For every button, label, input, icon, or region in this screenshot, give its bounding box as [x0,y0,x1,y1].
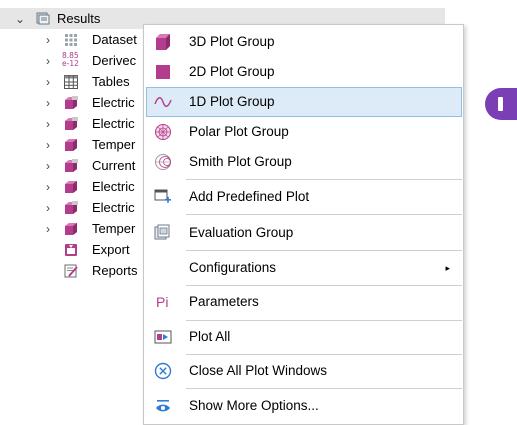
menu-item-configurations[interactable]: Configurations ▸ [146,253,462,283]
chevron-right-icon[interactable]: › [42,135,54,155]
reports-icon [64,264,78,278]
context-menu: 3D Plot Group 2D Plot Group 1D Plot Grou… [143,24,464,425]
parameters-icon: Pi [156,294,169,310]
close-circle-icon [154,362,172,380]
tree-node-label: Results [57,10,101,26]
menu-item-plot-all[interactable]: Plot All [146,322,462,352]
3d-plot-group-icon [65,159,78,172]
3d-plot-group-icon [65,201,78,214]
polar-plot-group-icon [155,124,171,140]
tree-node-label: Electric [92,179,135,194]
menu-item-close-all-plot-windows[interactable]: Close All Plot Windows [146,356,462,386]
chevron-right-icon[interactable]: › [42,177,54,197]
3d-plot-group-icon [65,139,77,151]
menu-item-1d-plot-group[interactable]: 1D Plot Group [146,87,462,117]
3d-plot-group-icon [65,223,77,235]
menu-item-label: Parameters [189,294,259,309]
tree-node-plot-group[interactable]: › Temper [0,219,143,239]
menu-item-add-predefined-plot[interactable]: Add Predefined Plot [146,182,462,212]
tree-node-dataset[interactable]: › Dataset [0,30,143,50]
tree-node-derived-values[interactable]: › 8.85 e-12 Derivec [0,51,143,71]
results-icon [36,12,50,25]
tree-node-label: Derivec [92,53,137,68]
menu-item-evaluation-group[interactable]: Evaluation Group [146,218,462,248]
chevron-right-icon[interactable]: › [42,156,54,176]
menu-item-label: Close All Plot Windows [189,363,328,378]
menu-item-label: 2D Plot Group [189,64,275,79]
derived-values-icon: 8.85 e-12 [62,51,79,68]
tree-node-plot-group[interactable]: › Electric [0,93,143,113]
menu-item-label: 1D Plot Group [189,94,275,109]
menu-item-polar-plot-group[interactable]: Polar Plot Group [146,117,462,147]
menu-separator [186,354,462,355]
3d-plot-group-icon [65,117,78,130]
menu-separator [186,214,462,215]
3d-plot-group-icon [65,96,78,109]
chevron-right-icon[interactable]: › [42,72,54,92]
menu-item-label: Polar Plot Group [189,124,289,139]
handle-bar-icon [498,97,503,111]
tree-node-plot-group[interactable]: › Electric [0,198,143,218]
tree-node-label: Electric [92,116,135,131]
menu-separator [186,320,462,321]
menu-item-parameters[interactable]: Pi Parameters [146,287,462,317]
1d-plot-group-icon [154,97,172,107]
dataset-icon [65,34,77,46]
add-predefined-plot-icon [154,189,171,203]
tree-node-label: Electric [92,200,135,215]
menu-item-smith-plot-group[interactable]: Smith Plot Group [146,147,462,177]
export-icon [65,244,77,256]
menu-item-label: Configurations [189,260,277,275]
chevron-right-icon[interactable]: › [42,51,54,71]
menu-separator [186,179,462,180]
chevron-right-icon[interactable]: › [42,114,54,134]
tree-node-label: Export [92,242,130,257]
show-more-options-icon [156,400,170,412]
menu-item-label: Plot All [189,329,231,344]
3d-plot-group-icon [156,34,170,50]
chevron-right-icon[interactable]: › [42,219,54,239]
tree-node-label: Dataset [92,32,137,47]
tree-node-plot-group[interactable]: › Electric [0,114,143,134]
tree-node-export[interactable]: Export [0,240,143,260]
tree-node-label: Temper [92,221,136,236]
evaluation-group-icon [154,224,170,240]
menu-item-label: Smith Plot Group [189,154,292,169]
tree-node-label: Temper [92,137,136,152]
tree-node-label: Tables [92,74,130,89]
tree-node-tables[interactable]: › Tables [0,72,143,92]
menu-separator [186,285,462,286]
menu-separator [186,388,462,389]
chevron-right-icon[interactable]: › [42,198,54,218]
tree-node-plot-group[interactable]: › Temper [0,135,143,155]
menu-item-label: 3D Plot Group [189,34,275,49]
table-icon [64,75,78,89]
tree-node-reports[interactable]: Reports [0,261,143,281]
tree-node-plot-group[interactable]: › Current [0,156,143,176]
menu-separator [186,250,462,251]
menu-item-label: Add Predefined Plot [189,189,310,204]
menu-item-show-more-options[interactable]: Show More Options... [146,391,462,421]
menu-item-label: Show More Options... [189,398,319,413]
chevron-right-icon[interactable]: › [42,93,54,113]
tree-node-label: Current [92,158,136,173]
menu-item-label: Evaluation Group [189,225,294,240]
submenu-arrow-icon: ▸ [445,263,450,273]
chevron-right-icon[interactable]: › [42,30,54,50]
tree-node-label: Electric [92,95,135,110]
2d-plot-group-icon [156,65,170,79]
smith-plot-group-icon [155,154,171,170]
chevron-down-icon[interactable]: ⌄ [14,9,26,29]
menu-item-3d-plot-group[interactable]: 3D Plot Group [146,27,462,57]
plot-all-icon [154,330,172,344]
3d-plot-group-icon [65,181,77,193]
tree-node-plot-group[interactable]: › Electric [0,177,143,197]
side-panel-toggle-button[interactable] [485,88,517,120]
tree-node-label: Reports [92,263,138,278]
menu-item-2d-plot-group[interactable]: 2D Plot Group [146,57,462,87]
